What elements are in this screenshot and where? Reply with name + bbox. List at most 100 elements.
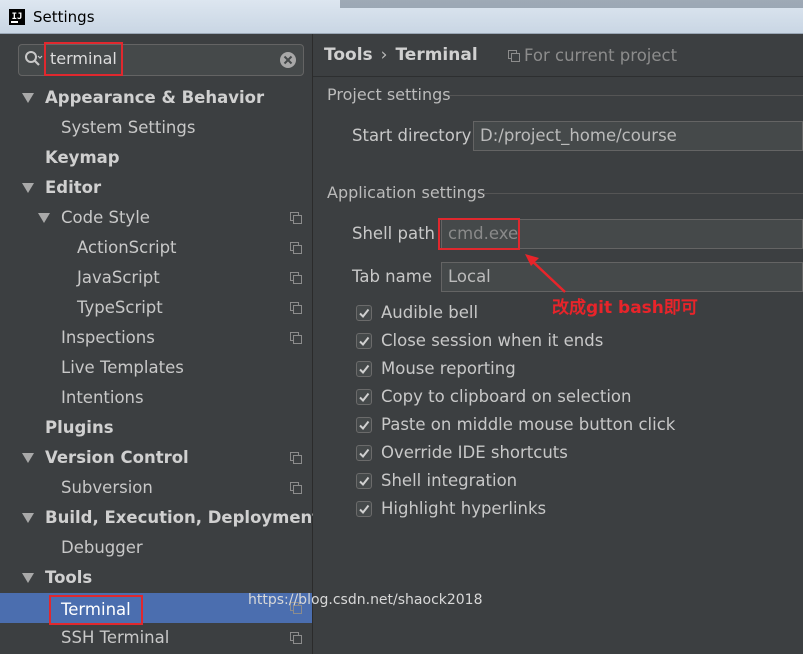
tree-item-label: Inspections <box>61 328 155 347</box>
project-scope-icon <box>508 50 520 62</box>
tab-name-field[interactable]: Local <box>441 262 803 292</box>
tree-item-build-execution-deployment[interactable]: Build, Execution, Deployment <box>0 503 320 533</box>
settings-search-field[interactable]: terminal <box>18 42 304 76</box>
option-label: Mouse reporting <box>381 359 516 378</box>
project-scope-icon <box>290 452 302 464</box>
checkmark-icon <box>359 504 370 515</box>
option-label: Copy to clipboard on selection <box>381 387 632 406</box>
tree-item-live-templates[interactable]: Live Templates <box>0 353 312 383</box>
start-directory-field[interactable]: D:/project_home/course <box>473 121 803 151</box>
checkmark-icon <box>359 392 370 403</box>
terminal-settings-panel: Tools › Terminal For current project Proje… <box>313 34 803 654</box>
tree-item-label: Editor <box>45 178 102 197</box>
project-scope-icon <box>290 242 302 254</box>
project-scope-icon <box>290 632 302 644</box>
start-directory-label: Start directory <box>352 126 472 145</box>
tree-item-ssh-terminal[interactable]: SSH Terminal <box>0 623 312 653</box>
breadcrumb-parent: Tools <box>324 45 373 65</box>
title-bar: IJ Settings <box>0 0 803 34</box>
tree-item-label: Live Templates <box>61 358 184 377</box>
checkbox[interactable] <box>356 417 372 433</box>
project-scope-icon <box>290 212 302 224</box>
checkmark-icon <box>359 420 370 431</box>
tree-item-tools[interactable]: Tools <box>0 563 312 593</box>
breadcrumb-separator: › <box>380 45 388 65</box>
option-label: Override IDE shortcuts <box>381 443 568 462</box>
tree-item-inspections[interactable]: Inspections <box>0 323 312 353</box>
checkmark-icon <box>359 476 370 487</box>
checkbox[interactable] <box>356 333 372 349</box>
expand-arrow-icon[interactable] <box>22 573 34 583</box>
annotation-text: 改成git bash即可 <box>552 298 698 318</box>
tree-item-label: ActionScript <box>77 238 177 257</box>
tree-item-label: Keymap <box>45 148 120 167</box>
tree-item-label: Terminal <box>49 595 143 625</box>
shell-path-highlight-box <box>438 218 520 250</box>
tree-item-editor[interactable]: Editor <box>0 173 312 203</box>
breadcrumb-current: Terminal <box>395 45 478 65</box>
tree-item-intentions[interactable]: Intentions <box>0 383 312 413</box>
tree-item-label: System Settings <box>61 118 196 137</box>
tree-item-typescript[interactable]: TypeScript <box>0 293 312 323</box>
checkbox[interactable] <box>356 389 372 405</box>
tree-item-appearance-behavior[interactable]: Appearance & Behavior <box>0 83 312 113</box>
tree-item-label: Debugger <box>61 538 143 557</box>
background-editor-strip <box>340 0 803 8</box>
watermark: https://blog.csdn.net/shaock2018 <box>248 592 483 608</box>
tree-item-label: Version Control <box>45 448 189 467</box>
project-scope-icon <box>290 302 302 314</box>
tree-item-debugger[interactable]: Debugger <box>0 533 312 563</box>
tab-name-label: Tab name <box>352 267 432 286</box>
expand-arrow-icon[interactable] <box>22 183 34 193</box>
checkbox[interactable] <box>356 445 372 461</box>
checkbox[interactable] <box>356 305 372 321</box>
checkmark-icon <box>359 448 370 459</box>
checkmark-icon <box>359 336 370 347</box>
checkbox[interactable] <box>356 501 372 517</box>
search-icon <box>24 50 44 70</box>
tree-item-code-style[interactable]: Code Style <box>0 203 312 233</box>
settings-sidebar: terminal Appearance & Behavior System Set… <box>0 34 320 654</box>
project-settings-title: Project settings <box>327 85 451 104</box>
header-divider <box>313 76 803 77</box>
tree-item-actionscript[interactable]: ActionScript <box>0 233 312 263</box>
project-scope-icon <box>290 272 302 284</box>
option-label: Highlight hyperlinks <box>381 499 547 518</box>
checkbox[interactable] <box>356 473 372 489</box>
expand-arrow-icon[interactable] <box>22 453 34 463</box>
tree-item-system-settings[interactable]: System Settings <box>0 113 312 143</box>
application-settings-title: Application settings <box>327 183 486 202</box>
tree-item-label: Code Style <box>61 208 150 227</box>
checkmark-icon <box>359 308 370 319</box>
search-input[interactable]: terminal <box>44 42 123 76</box>
intellij-app-icon: IJ <box>9 9 25 25</box>
expand-arrow-icon[interactable] <box>22 513 34 523</box>
option-label: Paste on middle mouse button click <box>381 415 676 434</box>
tree-item-keymap[interactable]: Keymap <box>0 143 312 173</box>
option-label: Close session when it ends <box>381 331 604 350</box>
tree-item-label: SSH Terminal <box>61 628 170 647</box>
shell-path-label: Shell path <box>352 224 436 243</box>
tree-item-version-control[interactable]: Version Control <box>0 443 312 473</box>
expand-arrow-icon[interactable] <box>38 213 50 223</box>
clear-search-icon[interactable] <box>279 51 297 69</box>
checkbox[interactable] <box>356 361 372 377</box>
tree-item-label: Appearance & Behavior <box>45 88 265 107</box>
tree-item-label: JavaScript <box>77 268 160 287</box>
tree-item-label: Intentions <box>61 388 144 407</box>
tree-item-label: Plugins <box>45 418 114 437</box>
option-label: Shell integration <box>381 471 518 490</box>
tree-item-javascript[interactable]: JavaScript <box>0 263 312 293</box>
tree-item-plugins[interactable]: Plugins <box>0 413 312 443</box>
application-settings-rule <box>483 193 803 194</box>
tree-item-label: Build, Execution, Deployment <box>45 508 321 527</box>
option-label: Audible bell <box>381 303 479 322</box>
project-scope-icon <box>290 482 302 494</box>
project-settings-rule <box>449 95 803 96</box>
scope-label: For current project <box>524 46 678 65</box>
tree-item-label: TypeScript <box>77 298 163 317</box>
project-scope-icon <box>290 332 302 344</box>
breadcrumb: Tools › Terminal <box>324 45 478 65</box>
tree-item-subversion[interactable]: Subversion <box>0 473 312 503</box>
expand-arrow-icon[interactable] <box>22 93 34 103</box>
